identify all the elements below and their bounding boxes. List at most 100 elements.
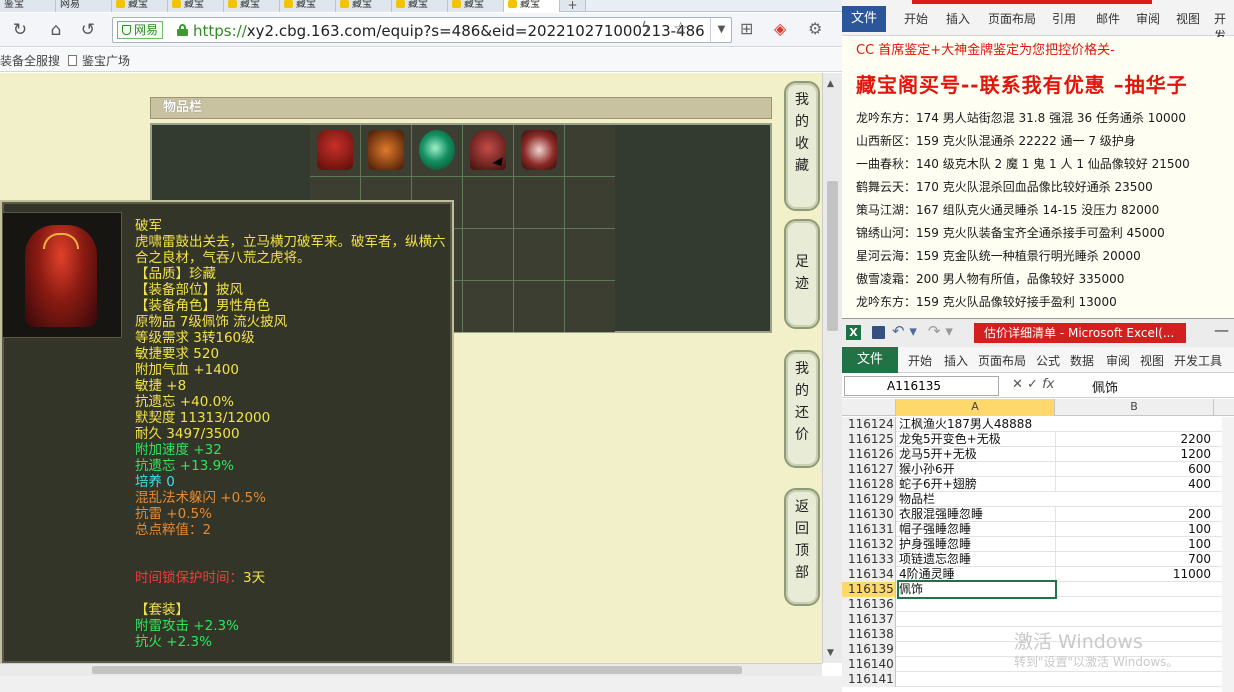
refresh-icon[interactable]: ↻	[8, 18, 32, 42]
browser-tab[interactable]: 藏宝	[336, 0, 392, 12]
formula-input[interactable]: 佩饰	[1092, 377, 1118, 396]
cell-a[interactable]: 项链遗忘忽睡	[899, 552, 1055, 566]
word-tab[interactable]: 邮件	[1096, 10, 1120, 27]
cell-a[interactable]: 物品栏	[899, 492, 1055, 506]
new-tab-button[interactable]: +	[560, 0, 586, 11]
word-tab[interactable]: 页面布局	[988, 10, 1036, 27]
arrow-up-icon[interactable]: ▲	[827, 79, 834, 89]
cell-b[interactable]: 11000	[1055, 567, 1211, 581]
row-number[interactable]: 116134	[842, 567, 896, 582]
table-row[interactable]: 116125 龙兔5开变色+无极 2200	[842, 432, 1234, 447]
undo-icon[interactable]: ↶ ▾	[892, 322, 917, 340]
cell-a[interactable]: 江枫渔火187男人48888	[899, 417, 1055, 431]
row-number[interactable]: 116125	[842, 432, 896, 447]
browser-tab[interactable]: 藏宝	[448, 0, 504, 12]
table-row[interactable]: 116141	[842, 672, 1234, 687]
bookmark-item[interactable]: 装备全服搜	[0, 52, 60, 69]
column-header-a[interactable]: A	[896, 399, 1055, 416]
table-row[interactable]: 116127 猴小孙6开 600	[842, 462, 1234, 477]
cell-b[interactable]: 200	[1055, 507, 1211, 521]
item-slot[interactable]	[565, 281, 615, 332]
url-text[interactable]: https://xy2.cbg.163.com/equip?s=486&eid=…	[193, 22, 705, 40]
table-row[interactable]: 116126 龙马5开+无极 1200	[842, 447, 1234, 462]
item-slot[interactable]	[514, 281, 564, 332]
item-slot-helmet[interactable]	[361, 125, 411, 176]
item-slot-cape[interactable]	[310, 125, 360, 176]
table-row[interactable]: 116136	[842, 597, 1234, 612]
table-row[interactable]: 116135 佩饰	[842, 580, 1234, 599]
word-tab[interactable]: 开始	[904, 10, 928, 27]
word-tab[interactable]: 引用	[1052, 10, 1076, 27]
cell-a[interactable]: 佩饰	[897, 580, 1057, 599]
formula-controls[interactable]: ✕ ✓ fx	[1012, 377, 1054, 392]
item-slot[interactable]	[565, 229, 615, 280]
star-icon[interactable]: ☆	[673, 19, 688, 39]
row-number[interactable]: 116141	[842, 672, 896, 687]
cell-a[interactable]: 帽子强睡忽睡	[899, 522, 1055, 536]
footprint-button[interactable]: 足迹	[784, 219, 820, 329]
item-slot[interactable]	[565, 125, 615, 176]
row-number[interactable]: 116139	[842, 642, 896, 657]
table-row[interactable]: 116130 衣服混强睡忽睡 200	[842, 507, 1234, 522]
word-file-tab[interactable]: 文件	[842, 6, 886, 32]
vertical-scrollbar[interactable]: ▲ ▼	[822, 73, 842, 663]
item-slot[interactable]	[514, 177, 564, 228]
select-all-corner[interactable]	[842, 399, 896, 416]
item-slot[interactable]	[565, 177, 615, 228]
row-number[interactable]: 116131	[842, 522, 896, 537]
cell-b[interactable]: 100	[1055, 537, 1211, 551]
cell-b[interactable]: 700	[1055, 552, 1211, 566]
address-bar[interactable]: 网易 https://xy2.cbg.163.com/equip?s=486&e…	[112, 17, 732, 43]
back-history-icon[interactable]: ↺	[76, 18, 100, 42]
table-row[interactable]: 116131 帽子强睡忽睡 100	[842, 522, 1234, 537]
row-number[interactable]: 116124	[842, 417, 896, 432]
table-row[interactable]: 116128 蛇子6开+翅膀 400	[842, 477, 1234, 492]
item-slot[interactable]	[463, 229, 513, 280]
gamepad-icon[interactable]: ◈	[774, 19, 786, 38]
item-slot-robe[interactable]	[514, 125, 564, 176]
excel-tab[interactable]: 插入	[944, 352, 968, 369]
word-tab[interactable]: 审阅	[1136, 10, 1160, 27]
row-number[interactable]: 116130	[842, 507, 896, 522]
grid-icon[interactable]: ⊞	[740, 19, 753, 38]
row-number[interactable]: 116140	[842, 657, 896, 672]
arrow-down-icon[interactable]: ▼	[827, 648, 834, 658]
browser-tab-active[interactable]: 藏宝	[504, 0, 560, 12]
bookmark-item[interactable]: 鉴宝广场	[68, 52, 130, 69]
minimize-icon[interactable]: —	[1214, 321, 1229, 339]
tools-icon[interactable]: ⚙	[808, 19, 822, 38]
cell-b[interactable]: 2200	[1055, 432, 1211, 446]
item-slot-armor[interactable]	[463, 125, 513, 176]
excel-tab[interactable]: 公式	[1036, 352, 1060, 369]
word-document[interactable]: CC 首席鉴定+大神金牌鉴定为您把控价格关- 藏宝阁买号--联系我有优惠 –抽华…	[842, 37, 1234, 318]
browser-tab[interactable]: 藏宝	[280, 0, 336, 12]
lightning-icon[interactable]: ϟ	[641, 20, 650, 36]
excel-tab[interactable]: 页面布局	[978, 352, 1026, 369]
row-number[interactable]: 116137	[842, 612, 896, 627]
row-number[interactable]: 116126	[842, 447, 896, 462]
word-tab[interactable]: 视图	[1176, 10, 1200, 27]
row-number[interactable]: 116136	[842, 597, 896, 612]
browser-tab[interactable]: 网易	[56, 0, 112, 12]
table-row[interactable]: 116129 物品栏	[842, 492, 1234, 507]
redo-icon[interactable]: ↷ ▾	[928, 322, 953, 340]
save-icon[interactable]	[872, 326, 885, 339]
browser-tab[interactable]: 鉴宝	[0, 0, 56, 12]
cell-b[interactable]: 100	[1055, 522, 1211, 536]
row-number[interactable]: 116132	[842, 537, 896, 552]
my-counteroffer-button[interactable]: 我的还价	[784, 350, 820, 468]
excel-tab[interactable]: 视图	[1140, 352, 1164, 369]
cell-a[interactable]: 龙马5开+无极	[899, 447, 1055, 461]
word-tab[interactable]: 插入	[946, 10, 970, 27]
table-row[interactable]: 116137	[842, 612, 1234, 627]
browser-tab[interactable]: 藏宝	[168, 0, 224, 12]
cell-b[interactable]: 400	[1055, 477, 1211, 491]
row-number[interactable]: 116129	[842, 492, 896, 507]
row-number[interactable]: 116128	[842, 477, 896, 492]
cell-a[interactable]: 4阶通灵睡	[899, 567, 1055, 581]
excel-file-tab[interactable]: 文件	[842, 347, 898, 373]
row-number[interactable]: 116127	[842, 462, 896, 477]
column-header-b[interactable]: B	[1055, 399, 1214, 416]
my-favorites-button[interactable]: 我的收藏	[784, 81, 820, 211]
cell-a[interactable]: 护身强睡忽睡	[899, 537, 1055, 551]
